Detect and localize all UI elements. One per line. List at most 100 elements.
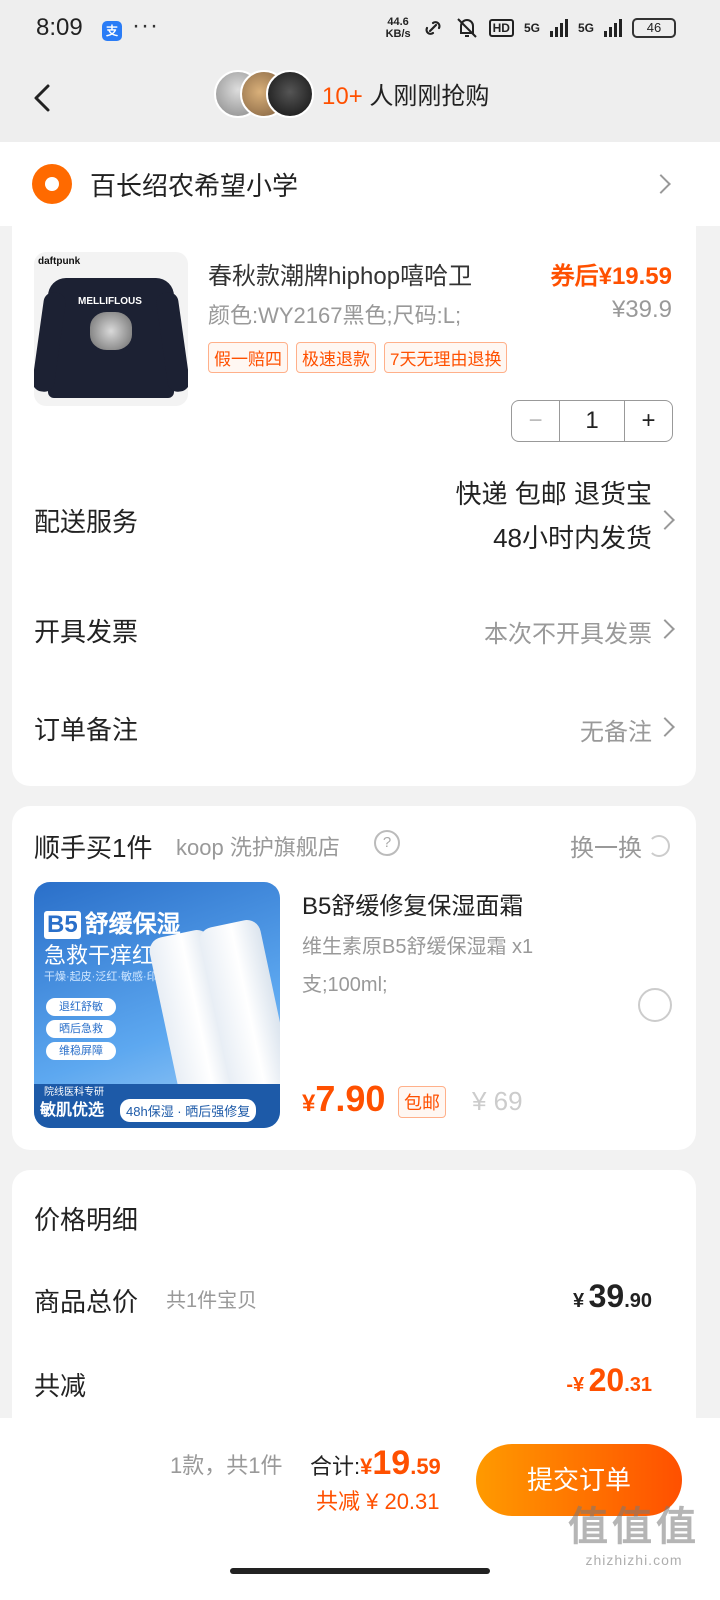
- note-label: 订单备注: [34, 715, 139, 745]
- sweatshirt-print: [90, 312, 132, 350]
- network-speed-unit: KB/s: [385, 28, 411, 40]
- goods-total-value: ¥ 39.90: [573, 1278, 652, 1315]
- alipay-icon: 支: [102, 21, 122, 41]
- more-notifications-icon: ···: [132, 12, 159, 39]
- addon-original-price: ¥ 69: [472, 1086, 523, 1116]
- battery-icon: 46: [632, 18, 676, 38]
- reduce-dec: .31: [624, 1374, 652, 1396]
- addon-shop-name[interactable]: koop 洗护旗舰店: [176, 830, 340, 862]
- back-arrow-icon[interactable]: [26, 80, 62, 116]
- addon-price-value: 7.90: [315, 1078, 386, 1119]
- status-bar: 8:09 支 ··· 44.6 KB/s HD 5G 5G 46: [0, 0, 720, 62]
- free-shipping-badge: 包邮: [398, 1086, 446, 1118]
- addon-image-pill: 维稳屏障: [46, 1042, 116, 1060]
- goods-total-symbol: ¥: [573, 1290, 585, 1312]
- invoice-label: 开具发票: [34, 617, 139, 647]
- order-total-symbol: ¥: [360, 1454, 373, 1479]
- recent-buyers-count: 10+: [322, 83, 363, 110]
- address-text: 百长绍农希望小学: [90, 171, 299, 201]
- location-pin-icon: [32, 164, 72, 204]
- addon-image-headline: B5 舒缓保湿: [44, 904, 181, 939]
- goods-total-int: 39: [588, 1278, 625, 1314]
- price-detail-title: 价格明细: [34, 1205, 139, 1235]
- addon-image-badge: B5: [44, 911, 81, 939]
- shipping-label: 配送服务: [34, 507, 139, 537]
- chevron-right-icon: [655, 510, 675, 530]
- mute-icon: [456, 18, 477, 38]
- home-indicator[interactable]: [230, 1568, 490, 1574]
- watermark-sub: zhizhizhi.com: [585, 1552, 683, 1568]
- service-tags: 假一赔四 极速退款 7天无理由退换: [208, 342, 508, 373]
- invoice-value: 本次不开具发票: [484, 621, 652, 648]
- addon-product-name[interactable]: B5舒缓修复保湿面霜: [302, 886, 523, 921]
- recent-buyers-text: 10+ 人刚刚抢购: [322, 76, 489, 111]
- addon-select-radio[interactable]: [638, 988, 672, 1022]
- addon-product-spec: 维生素原B5舒缓保湿霜 x1支;100ml;: [302, 936, 534, 996]
- order-reduce: 共减 ¥ 20.31: [316, 1489, 440, 1514]
- addon-title: 顺手买1件: [34, 833, 153, 863]
- refresh-icon: [648, 834, 670, 857]
- shipping-time: 48小时内发货: [493, 523, 652, 553]
- shipping-value: 快递 包邮 退货宝 48小时内发货: [456, 472, 652, 560]
- signal-bars-1-icon: [549, 19, 568, 37]
- increase-quantity-button[interactable]: +: [624, 401, 672, 441]
- product-image[interactable]: daftpunk MELLIFLOUS: [34, 252, 188, 406]
- note-value: 无备注: [580, 719, 652, 746]
- shipping-method: 快递 包邮 退货宝: [455, 479, 652, 509]
- chevron-right-icon: [655, 717, 675, 737]
- network-speed: 44.6 KB/s: [386, 16, 411, 40]
- product-title[interactable]: 春秋款潮牌hiphop嘻哈卫: [208, 256, 472, 291]
- price-detail-card: 价格明细 商品总价 共1件宝贝 ¥ 39.90 共减 -¥ 20.31: [12, 1170, 696, 1430]
- link-icon: [425, 21, 441, 35]
- chevron-right-icon: [651, 174, 671, 194]
- network-speed-value: 44.6: [387, 16, 409, 28]
- signal-5g-label-2: 5G: [577, 21, 594, 35]
- addon-product-image[interactable]: B5 舒缓保湿 急救干痒红 干燥·起皮·泛红·敏感·印痕 退红舒敏 晒后急救 维稳…: [34, 882, 280, 1128]
- addon-image-foot-b: 48h保湿 · 晒后强修复: [120, 1099, 257, 1122]
- buyer-avatars: [214, 68, 318, 120]
- product-image-brand: daftpunk: [38, 256, 81, 267]
- address-bar[interactable]: 百长绍农希望小学: [0, 142, 720, 226]
- product-image-text: MELLIFLOUS: [78, 296, 142, 307]
- watermark-main: 值值值: [568, 1505, 700, 1549]
- decrease-quantity-button[interactable]: −: [512, 401, 560, 441]
- addon-image-foot-a: 敏肌优选: [40, 1102, 105, 1119]
- page-header: 10+ 人刚刚抢购: [0, 62, 720, 142]
- reduce-label: 共减: [34, 1371, 87, 1401]
- order-total: 合计:¥19.59: [310, 1444, 441, 1483]
- order-total-amount: ¥19.59: [360, 1444, 441, 1482]
- help-icon[interactable]: ?: [374, 830, 400, 856]
- goods-total-dec: .90: [624, 1290, 652, 1312]
- status-time: 8:09: [36, 14, 83, 41]
- addon-image-pill: 退红舒敏: [46, 998, 116, 1016]
- product-spec: 颜色:WY2167黑色;尺码:L;: [208, 303, 462, 328]
- addon-image-tagline: 干燥·起皮·泛红·敏感·印痕: [44, 971, 169, 983]
- order-total-label: 合计:: [310, 1454, 361, 1479]
- addon-image-pill: 晒后急救: [46, 1020, 116, 1038]
- chevron-right-icon: [655, 619, 675, 639]
- addon-card: 顺手买1件 koop 洗护旗舰店 ? 换一换 B5 舒缓保湿 急救干痒红 干燥·起…: [12, 806, 696, 1150]
- status-indicators: 44.6 KB/s HD 5G 5G 46: [386, 16, 676, 40]
- addon-image-headline-text: 舒缓保湿: [84, 911, 181, 938]
- addon-image-sub: 急救干痒红: [44, 943, 155, 968]
- goods-total-label: 商品总价: [34, 1287, 139, 1317]
- quantity-value[interactable]: 1: [560, 401, 624, 441]
- addon-price-symbol: ¥: [302, 1090, 316, 1117]
- hd-icon: HD: [488, 19, 514, 37]
- reduce-symbol: -¥: [566, 1374, 585, 1396]
- checkout-bar: 1款，共1件 合计:¥19.59 共减 ¥ 20.31 提交订单 值值值 zhi…: [0, 1418, 720, 1600]
- avatar: [266, 70, 314, 118]
- goods-total-sub: 共1件宝贝: [166, 1290, 258, 1312]
- service-tag: 极速退款: [296, 342, 376, 373]
- recent-buyers-label: 人刚刚抢购: [362, 83, 490, 110]
- product-price: 券后¥19.59: [550, 263, 672, 290]
- quantity-stepper: − 1 +: [511, 400, 673, 442]
- swap-button[interactable]: 换一换: [570, 828, 670, 863]
- order-total-int: 19: [372, 1444, 411, 1482]
- order-total-dec: .59: [410, 1454, 441, 1479]
- service-tag: 7天无理由退换: [384, 342, 508, 373]
- product-original-price: ¥39.9: [611, 296, 672, 323]
- reduce-int: 20: [588, 1362, 625, 1398]
- addon-price: ¥7.90: [302, 1078, 385, 1120]
- signal-bars-2-icon: [604, 19, 622, 37]
